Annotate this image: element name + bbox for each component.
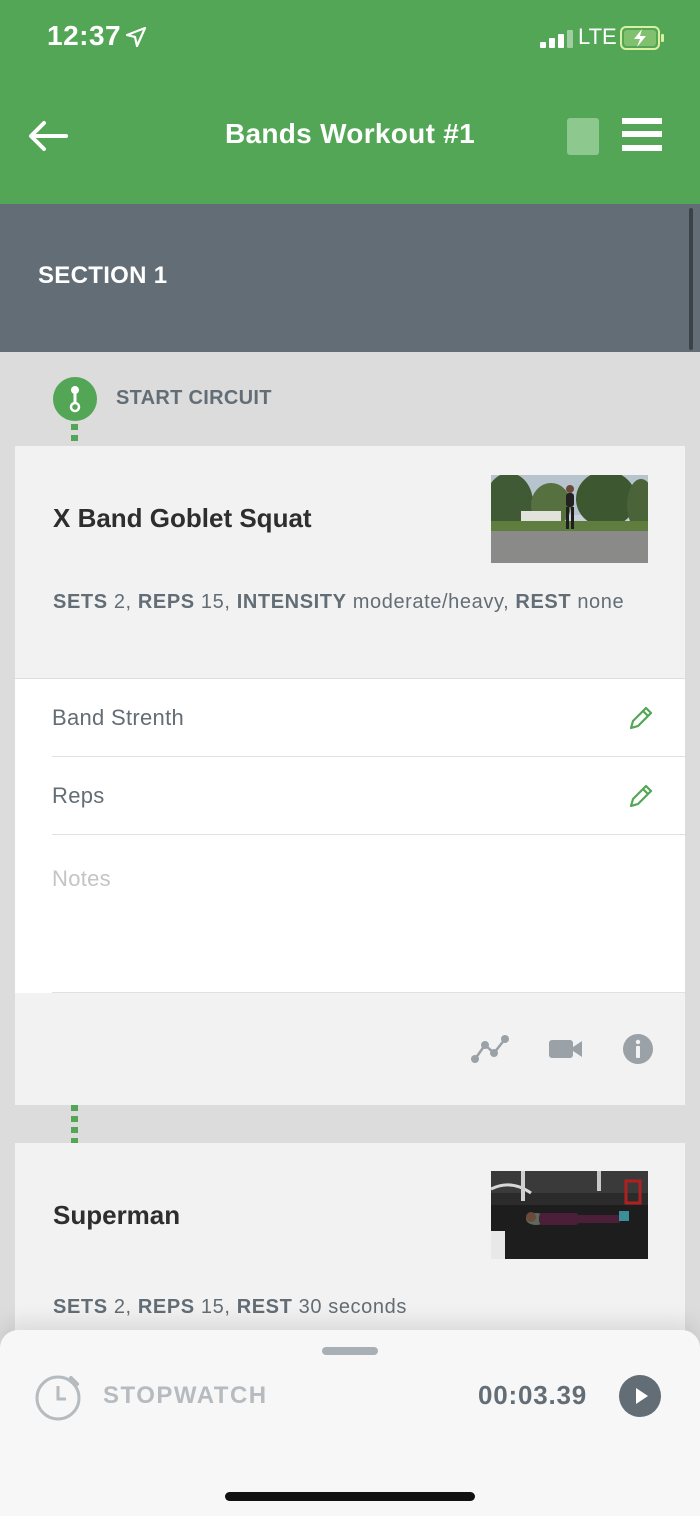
drag-handle[interactable] <box>322 1347 378 1355</box>
field-reps[interactable]: Reps <box>52 757 685 835</box>
status-time: 12:37 <box>47 20 122 51</box>
rest-label: REST <box>236 1296 293 1318</box>
sets-value: 2, <box>113 1296 132 1318</box>
timer-square-button[interactable] <box>567 118 599 155</box>
stopwatch-panel: STOPWATCH 00:03.39 <box>0 1330 700 1516</box>
pencil-edit-icon[interactable] <box>627 704 655 732</box>
intensity-value: moderate/heavy, <box>352 591 510 613</box>
circuit-connector <box>71 424 78 446</box>
exercise-thumbnail[interactable] <box>491 1171 648 1259</box>
scrollbar[interactable] <box>689 208 693 350</box>
reps-label: REPS <box>137 1296 195 1318</box>
location-arrow-icon <box>125 26 147 48</box>
stopwatch-label: STOPWATCH <box>103 1382 268 1409</box>
play-icon <box>636 1388 648 1404</box>
sets-value: 2, <box>113 591 132 613</box>
status-bar: 12:37 LTE <box>0 0 700 76</box>
hamburger-menu-icon[interactable] <box>622 118 662 154</box>
rest-value: 30 seconds <box>298 1296 407 1318</box>
intensity-label: INTENSITY <box>236 591 347 613</box>
rest-value: none <box>577 591 625 613</box>
reps-label: REPS <box>137 591 195 613</box>
section-title: SECTION 1 <box>38 262 168 289</box>
stopwatch-time: 00:03.39 <box>478 1380 588 1410</box>
cellular-signal-icon <box>540 30 573 48</box>
battery-charging-icon <box>620 26 664 50</box>
sets-label: SETS <box>53 591 108 613</box>
exercise-title: Superman <box>53 1200 181 1230</box>
video-camera-icon[interactable] <box>546 1033 586 1065</box>
exercise-thumbnail[interactable] <box>491 475 648 563</box>
reps-value: 15, <box>200 1296 231 1318</box>
exercise-title: X Band Goblet Squat <box>53 503 312 533</box>
rest-label: REST <box>515 591 572 613</box>
reps-value: 15, <box>200 591 231 613</box>
start-circuit-label: START CIRCUIT <box>116 387 272 409</box>
progress-chart-icon[interactable] <box>470 1033 510 1065</box>
sets-label: SETS <box>53 1296 108 1318</box>
circuit-connector <box>71 1105 78 1143</box>
stopwatch-icon <box>35 1375 81 1421</box>
exercise-meta: SETS 2, REPS 15, REST 30 seconds <box>53 1291 633 1323</box>
tracking-fields: Band Strenth Reps <box>15 678 685 993</box>
pencil-edit-icon[interactable] <box>627 782 655 810</box>
field-label: Band Strenth <box>52 705 185 730</box>
field-band-strength[interactable]: Band Strenth <box>52 679 685 757</box>
divider <box>52 992 685 993</box>
field-label: Reps <box>52 783 105 808</box>
info-icon[interactable] <box>618 1033 658 1065</box>
circuit-start-icon <box>53 377 97 421</box>
exercise-card: X Band Goblet Squat SETS 2, REPS 15, INT… <box>15 446 685 1105</box>
app-header: 12:37 LTE Bands Workout #1 <box>0 0 700 204</box>
home-indicator[interactable] <box>225 1492 475 1501</box>
exercise-card: Superman SETS 2, REPS 15, REST 30 second… <box>15 1143 685 1343</box>
play-button[interactable] <box>619 1375 661 1417</box>
network-type: LTE <box>578 24 617 49</box>
notes-input[interactable]: Notes <box>52 866 111 892</box>
exercise-meta: SETS 2, REPS 15, INTENSITY moderate/heav… <box>53 586 633 618</box>
